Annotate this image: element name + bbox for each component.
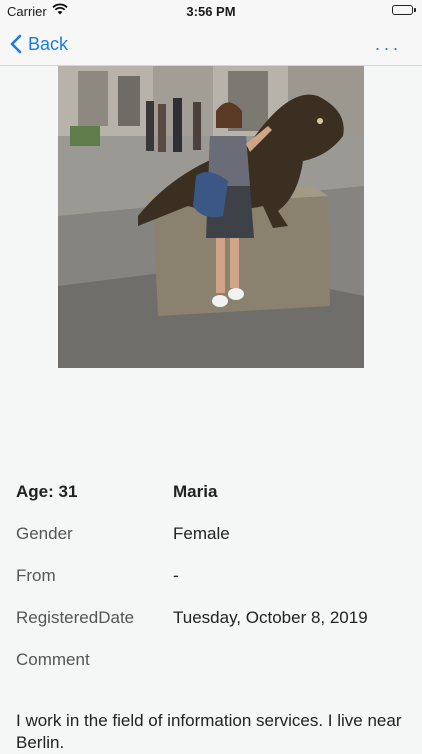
comment-label: Comment bbox=[16, 650, 90, 669]
comment-text: I work in the field of information servi… bbox=[16, 711, 402, 752]
registered-date-value: Tuesday, October 8, 2019 bbox=[173, 608, 368, 627]
chevron-left-icon bbox=[10, 34, 22, 54]
from-row: From - bbox=[16, 566, 406, 592]
gender-row: Gender Female bbox=[16, 524, 406, 550]
age-label: Age: 31 bbox=[16, 482, 78, 501]
profile-name: Maria bbox=[173, 482, 218, 501]
comment-row: Comment bbox=[16, 650, 406, 676]
registered-date-label: RegisteredDate bbox=[16, 608, 135, 627]
battery-icon bbox=[392, 5, 416, 15]
gender-label: Gender bbox=[16, 524, 73, 543]
from-label: From bbox=[16, 566, 56, 585]
gender-value: Female bbox=[173, 524, 230, 543]
more-options-button[interactable]: ... bbox=[375, 34, 402, 55]
status-bar: Carrier 3:56 PM bbox=[0, 0, 422, 22]
clock: 3:56 PM bbox=[186, 4, 236, 19]
navigation-bar: Back ... bbox=[0, 22, 422, 66]
profile-photo[interactable] bbox=[58, 66, 364, 368]
back-label: Back bbox=[28, 33, 69, 54]
age-name-row: Age: 31 Maria bbox=[16, 482, 406, 508]
from-value: - bbox=[173, 566, 179, 585]
registered-date-row: RegisteredDate Tuesday, October 8, 2019 bbox=[16, 608, 406, 634]
age-value: 31 bbox=[58, 482, 78, 501]
back-button[interactable]: Back bbox=[10, 30, 68, 58]
